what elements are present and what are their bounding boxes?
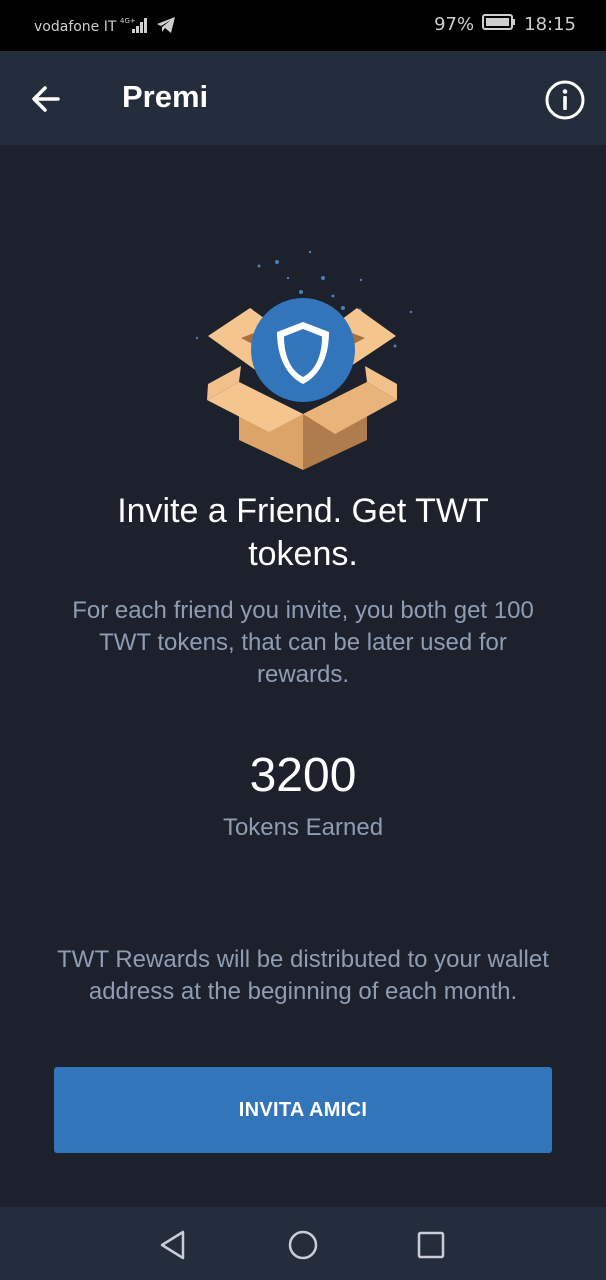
app-bar: Premi [0,51,606,145]
page-title: Premi [122,79,209,114]
clock: 18:15 [524,14,576,35]
box-shield-illustration [193,248,419,476]
invite-button-label: INVITA AMICI [238,1098,368,1121]
square-recents-icon [417,1231,445,1259]
token-count: 3200 [249,749,357,802]
rewards-note: TWT Rewards will be distributed to your … [57,946,549,1005]
nav-recents-button[interactable] [411,1225,451,1265]
nav-home-button[interactable] [283,1225,323,1265]
circle-home-icon [288,1230,318,1260]
triangle-back-icon [160,1230,185,1260]
nav-back-button[interactable] [153,1225,193,1265]
description-text: For each friend you invite, you both get… [72,597,534,688]
status-right: 97% 18:15 [434,14,576,35]
headline: Invite a Friend. Get TWT tokens. [117,492,489,573]
invite-friends-button[interactable]: INVITA AMICI [54,1067,552,1153]
status-left: vodafone IT 4G+ [34,16,176,38]
token-label: Tokens Earned [222,814,384,841]
info-circle-icon [545,80,585,120]
arrow-left-icon [32,86,60,112]
telegram-icon [156,16,176,38]
battery-icon [482,14,516,35]
carrier-label: vodafone IT [34,19,117,35]
battery-percent: 97% [434,14,475,35]
svg-text:4G+: 4G+ [120,17,136,25]
back-button[interactable] [26,79,66,119]
status-bar: vodafone IT 4G+ 97% 18:15 [0,0,606,51]
info-button[interactable] [544,79,586,121]
signal-icon: 4G+ [120,16,150,38]
system-nav-bar [0,1207,606,1280]
